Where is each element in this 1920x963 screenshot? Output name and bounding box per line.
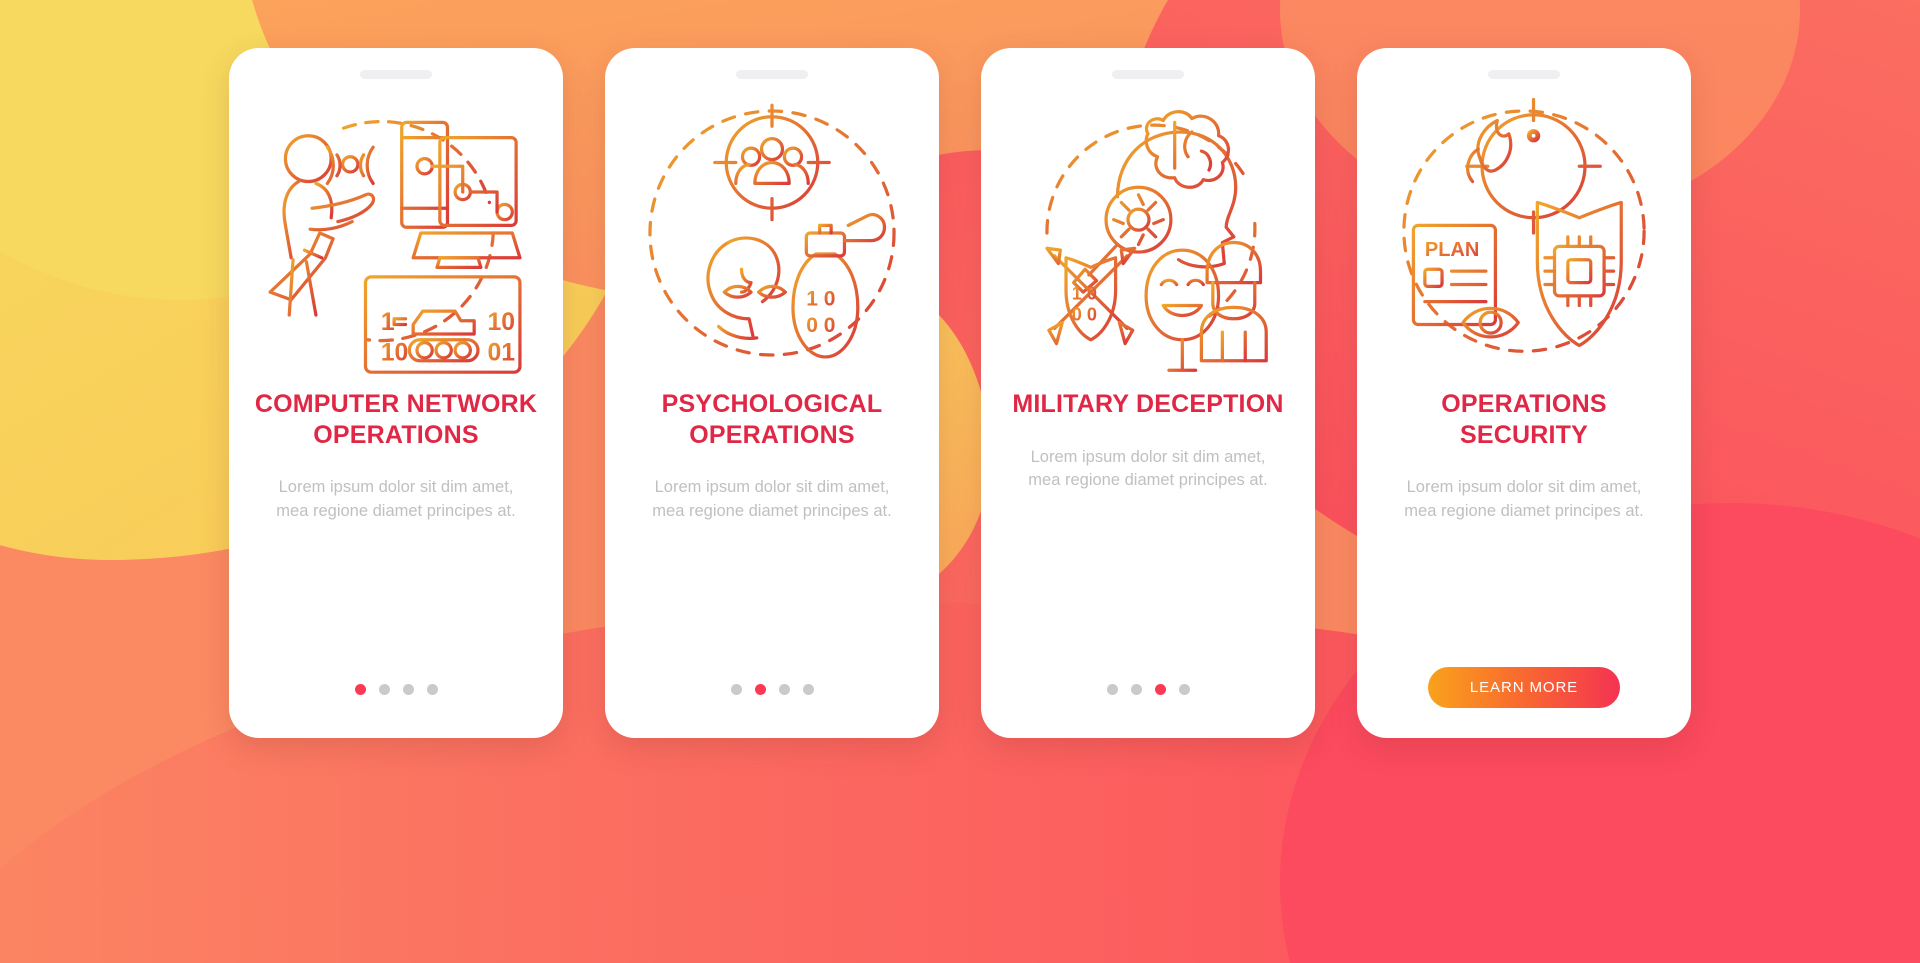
pagination-dot-1[interactable]: [730, 683, 742, 695]
pagination-dot-1[interactable]: [354, 683, 366, 695]
page-description: Lorem ipsum dolor sit dim amet, mea regi…: [1404, 478, 1644, 520]
info-crosshair-plan-eye-shield-chip-icon: PLAN: [1381, 85, 1667, 381]
page-title: PSYCHOLOGICAL OPERATIONS: [661, 390, 883, 449]
pagination-dot-2[interactable]: [754, 683, 766, 695]
svg-text:PLAN: PLAN: [1425, 239, 1480, 261]
page-description: Lorem ipsum dolor sit dim amet, mea regi…: [276, 478, 516, 520]
svg-text:1 0: 1 0: [806, 287, 835, 310]
svg-text:10: 10: [381, 340, 409, 367]
page-description: Lorem ipsum dolor sit dim amet, mea regi…: [1028, 447, 1268, 490]
pagination-dots[interactable]: [354, 666, 438, 712]
svg-text:10: 10: [488, 309, 516, 336]
pagination-dot-1[interactable]: [1106, 683, 1118, 695]
phone-mockup-row: 1 10 10 01 COMPUTER NETWORK OPERATIONS L…: [0, 0, 1920, 738]
phone-screen-computer-network-operations: 1 10 10 01 COMPUTER NETWORK OPERATIONS L…: [229, 48, 563, 738]
pagination-dot-3[interactable]: [1154, 683, 1166, 695]
brain-magnifier-swords-shield-mask-soldier-icon: 1 0 0 0: [1005, 85, 1291, 381]
phone-speaker-bar: [1112, 70, 1184, 79]
onboarding-screens-mockup: 1 10 10 01 COMPUTER NETWORK OPERATIONS L…: [0, 0, 1920, 963]
screen-content: 1 10 10 01 COMPUTER NETWORK OPERATIONS L…: [229, 79, 563, 738]
pagination-dot-4[interactable]: [1178, 683, 1190, 695]
page-title: MILITARY DECEPTION: [1012, 390, 1284, 418]
page-title: COMPUTER NETWORK OPERATIONS: [254, 390, 538, 449]
phone-speaker-bar: [736, 70, 808, 79]
phone-screen-psychological-operations: 1 0 0 0 PSYCHOLOGICAL OPERATIONS Lorem i…: [605, 48, 939, 738]
phone-speaker-bar: [360, 70, 432, 79]
screen-content: PLAN OPERATIONS SECURITY Lorem ipsum dol…: [1357, 79, 1691, 738]
page-title: OPERATIONS SECURITY: [1441, 390, 1607, 449]
screen-content: 1 0 0 0 MILITARY DECEPTION Lorem ipsum d…: [981, 79, 1315, 738]
pagination-dots[interactable]: [730, 666, 814, 712]
pagination-dot-3[interactable]: [402, 683, 414, 695]
pagination-dot-3[interactable]: [778, 683, 790, 695]
svg-text:1 0: 1 0: [1072, 284, 1097, 304]
soldier-antenna-computers-tank-binary-icon: 1 10 10 01: [253, 85, 539, 381]
page-description: Lorem ipsum dolor sit dim amet, mea regi…: [652, 478, 892, 520]
pagination-dot-2[interactable]: [1130, 683, 1142, 695]
screen-content: 1 0 0 0 PSYCHOLOGICAL OPERATIONS Lorem i…: [605, 79, 939, 738]
pagination-dot-4[interactable]: [426, 683, 438, 695]
learn-more-button[interactable]: LEARN MORE: [1428, 667, 1620, 708]
crosshair-people-head-bomb-binary-icon: 1 0 0 0: [629, 85, 915, 381]
svg-text:0 0: 0 0: [1072, 305, 1097, 325]
phone-screen-operations-security: PLAN OPERATIONS SECURITY Lorem ipsum dol…: [1357, 48, 1691, 738]
pagination-dot-2[interactable]: [378, 683, 390, 695]
phone-screen-military-deception: 1 0 0 0 MILITARY DECEPTION Lorem ipsum d…: [981, 48, 1315, 738]
phone-speaker-bar: [1488, 70, 1560, 79]
svg-text:01: 01: [488, 340, 516, 367]
pagination-dots[interactable]: [1106, 666, 1190, 712]
pagination-dot-4[interactable]: [802, 683, 814, 695]
svg-text:0 0: 0 0: [806, 314, 835, 337]
